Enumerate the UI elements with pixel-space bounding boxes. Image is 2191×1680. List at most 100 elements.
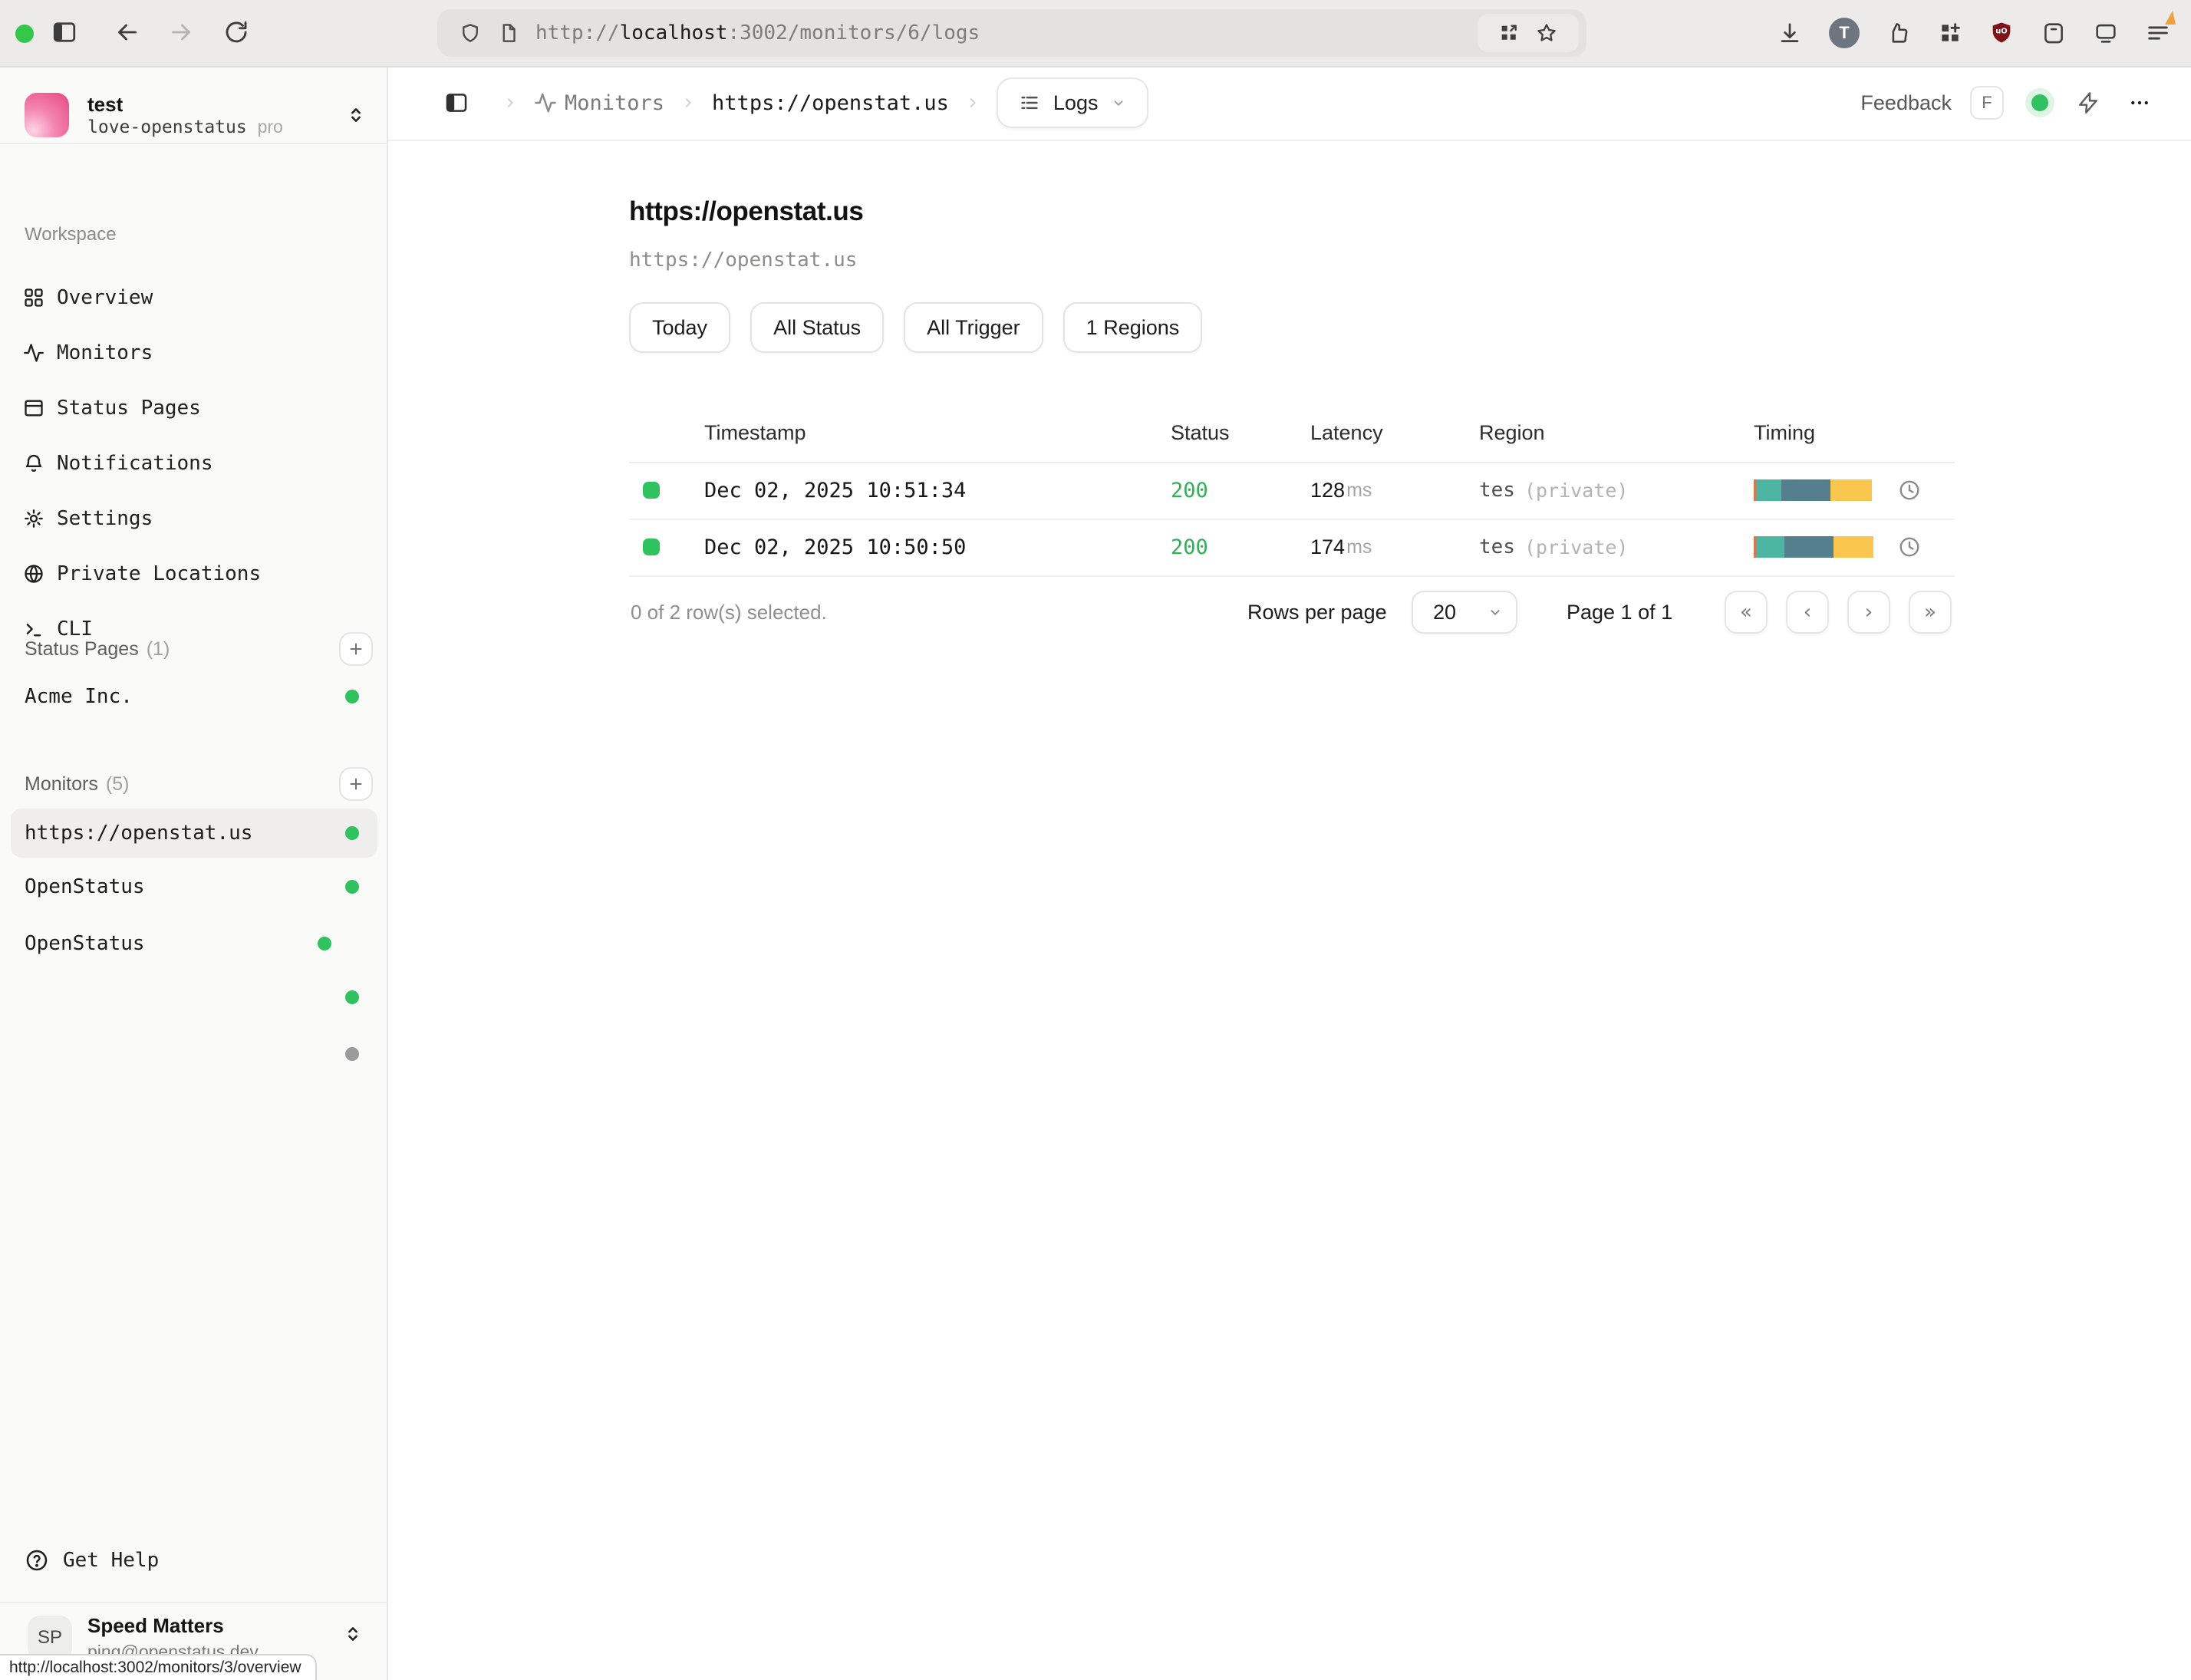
feedback-button[interactable]: Feedback xyxy=(1860,91,1952,115)
status-ok-indicator xyxy=(643,519,660,575)
chevrons-up-down-icon xyxy=(345,104,367,126)
page-icon[interactable] xyxy=(497,21,520,44)
main-area: Monitors https://openstat.us Logs Feedba… xyxy=(388,66,2191,1680)
help-circle-icon xyxy=(25,1548,49,1573)
grid-icon xyxy=(23,287,44,308)
sidebar: test love-openstatus pro Workspace Overv… xyxy=(0,66,388,1680)
back-icon[interactable] xyxy=(114,18,141,46)
column-status[interactable]: Status xyxy=(1171,404,1230,462)
status-page-item-acme[interactable]: Acme Inc. xyxy=(0,669,388,724)
filter-status-button[interactable]: All Status xyxy=(750,302,884,353)
first-page-button[interactable]: « xyxy=(1725,591,1768,634)
cell-region: tes(private) xyxy=(1479,462,1628,519)
cell-status: 200 xyxy=(1171,519,1208,575)
url-actions-group xyxy=(1478,14,1579,52)
filter-regions-button[interactable]: 1 Regions xyxy=(1063,302,1203,353)
cell-status: 200 xyxy=(1171,462,1208,519)
filter-bar: Today All Status All Trigger 1 Regions xyxy=(629,302,1202,353)
rows-per-page-label: Rows per page xyxy=(1247,589,1387,635)
rows-per-page-select[interactable]: 20 xyxy=(1412,591,1517,634)
sidebar-nav: Overview Monitors Status Pages Notificat… xyxy=(0,270,388,657)
reader-grid-icon[interactable] xyxy=(1498,22,1520,44)
user-name: Speed Matters xyxy=(87,1614,224,1638)
breadcrumb-monitor-name[interactable]: https://openstat.us xyxy=(712,91,949,115)
ublock-letters: uO xyxy=(1995,28,2007,36)
address-bar[interactable]: http://localhost:3002/monitors/6/logs xyxy=(437,9,1586,57)
extensions-grid-plus-icon[interactable] xyxy=(1938,21,1962,45)
monitor-item-openstatus-2[interactable]: OpenStatus xyxy=(0,916,388,971)
status-dot-green xyxy=(318,937,331,950)
clock-icon[interactable] xyxy=(1898,519,1921,575)
table-row[interactable]: Dec 02, 2025 10:50:50 200 174ms tes(priv… xyxy=(629,519,1955,577)
last-page-button[interactable]: » xyxy=(1909,591,1952,634)
sidebar-toggle-icon[interactable] xyxy=(51,18,78,46)
traffic-light-green[interactable] xyxy=(15,25,34,43)
add-monitor-button[interactable] xyxy=(339,767,373,801)
column-latency[interactable]: Latency xyxy=(1310,404,1383,462)
extension-thumb-icon[interactable] xyxy=(1886,20,1912,46)
bookmark-star-icon[interactable] xyxy=(1535,21,1558,44)
workspace-plan: pro xyxy=(258,117,283,137)
sidebar-item-private-locations[interactable]: Private Locations xyxy=(0,546,388,601)
get-help-link[interactable]: Get Help xyxy=(0,1536,388,1585)
clock-icon[interactable] xyxy=(1898,462,1921,519)
reload-icon[interactable] xyxy=(222,18,250,46)
activity-icon xyxy=(23,342,44,364)
pagination: « ‹ › » xyxy=(1725,591,1952,634)
download-icon[interactable] xyxy=(1777,20,1803,46)
column-timing[interactable]: Timing xyxy=(1754,404,1815,462)
container-box-icon[interactable] xyxy=(2041,20,2067,46)
prev-page-button[interactable]: ‹ xyxy=(1786,591,1829,634)
sidebar-item-notifications[interactable]: Notifications xyxy=(0,436,388,491)
status-dot-gray xyxy=(345,1047,359,1061)
filter-trigger-button[interactable]: All Trigger xyxy=(904,302,1043,353)
column-timestamp[interactable]: Timestamp xyxy=(704,404,806,462)
breadcrumb-monitors[interactable]: Monitors xyxy=(565,91,664,115)
shield-icon[interactable] xyxy=(459,21,482,44)
activity-icon xyxy=(534,91,557,114)
column-region[interactable]: Region xyxy=(1479,404,1545,462)
sidebar-item-status-pages[interactable]: Status Pages xyxy=(0,380,388,436)
status-ok-indicator xyxy=(643,462,660,519)
next-page-button[interactable]: › xyxy=(1847,591,1890,634)
update-badge xyxy=(2165,11,2176,25)
cell-latency: 128ms xyxy=(1310,462,1372,519)
status-dot-green xyxy=(345,880,359,894)
more-options-icon[interactable] xyxy=(2128,91,2151,114)
divider xyxy=(0,143,388,144)
sidebar-item-settings[interactable]: Settings xyxy=(0,491,388,546)
page-title: https://openstat.us xyxy=(629,196,863,227)
workspace-info: test love-openstatus pro xyxy=(87,93,345,138)
display-icon[interactable] xyxy=(2093,20,2119,46)
panel-left-toggle-icon[interactable] xyxy=(443,90,470,116)
monitor-item-openstat-us[interactable]: https://openstat.us xyxy=(0,805,388,861)
workspace-switcher[interactable]: test love-openstatus pro xyxy=(0,84,388,146)
filter-date-button[interactable]: Today xyxy=(629,302,730,353)
monitor-item-openstatus-1[interactable]: OpenStatus xyxy=(0,859,388,914)
app-menu-icon[interactable] xyxy=(2145,20,2171,46)
rows-selected-text: 0 of 2 row(s) selected. xyxy=(631,589,827,635)
monitor-item-unnamed-2[interactable] xyxy=(0,1026,388,1082)
monitor-item-unnamed-1[interactable] xyxy=(0,970,388,1025)
browser-toolbar: http://localhost:3002/monitors/6/logs T xyxy=(0,0,2191,68)
cell-timestamp: Dec 02, 2025 10:51:34 xyxy=(704,462,966,519)
logs-view-selector[interactable]: Logs xyxy=(997,77,1149,128)
globe-icon xyxy=(23,563,44,585)
ublock-shield-icon[interactable]: uO xyxy=(1988,20,2015,46)
chevron-right-icon xyxy=(503,96,517,110)
forward-icon[interactable] xyxy=(167,18,195,46)
gear-icon xyxy=(23,508,44,529)
status-dot-green xyxy=(345,690,359,703)
chevron-right-icon xyxy=(681,96,695,110)
zap-icon[interactable] xyxy=(2076,91,2100,115)
timing-bar xyxy=(1754,519,1873,575)
add-status-page-button[interactable] xyxy=(339,632,373,666)
sidebar-item-overview[interactable]: Overview xyxy=(0,270,388,325)
app-window: http://localhost:3002/monitors/6/logs T xyxy=(0,0,2191,1680)
table-row[interactable]: Dec 02, 2025 10:51:34 200 128ms tes(priv… xyxy=(629,462,1955,520)
profile-t-icon[interactable]: T xyxy=(1829,18,1860,48)
sidebar-item-monitors[interactable]: Monitors xyxy=(0,325,388,380)
timing-bar xyxy=(1754,462,1872,519)
workspace-avatar xyxy=(25,93,69,137)
bell-icon xyxy=(23,453,44,474)
